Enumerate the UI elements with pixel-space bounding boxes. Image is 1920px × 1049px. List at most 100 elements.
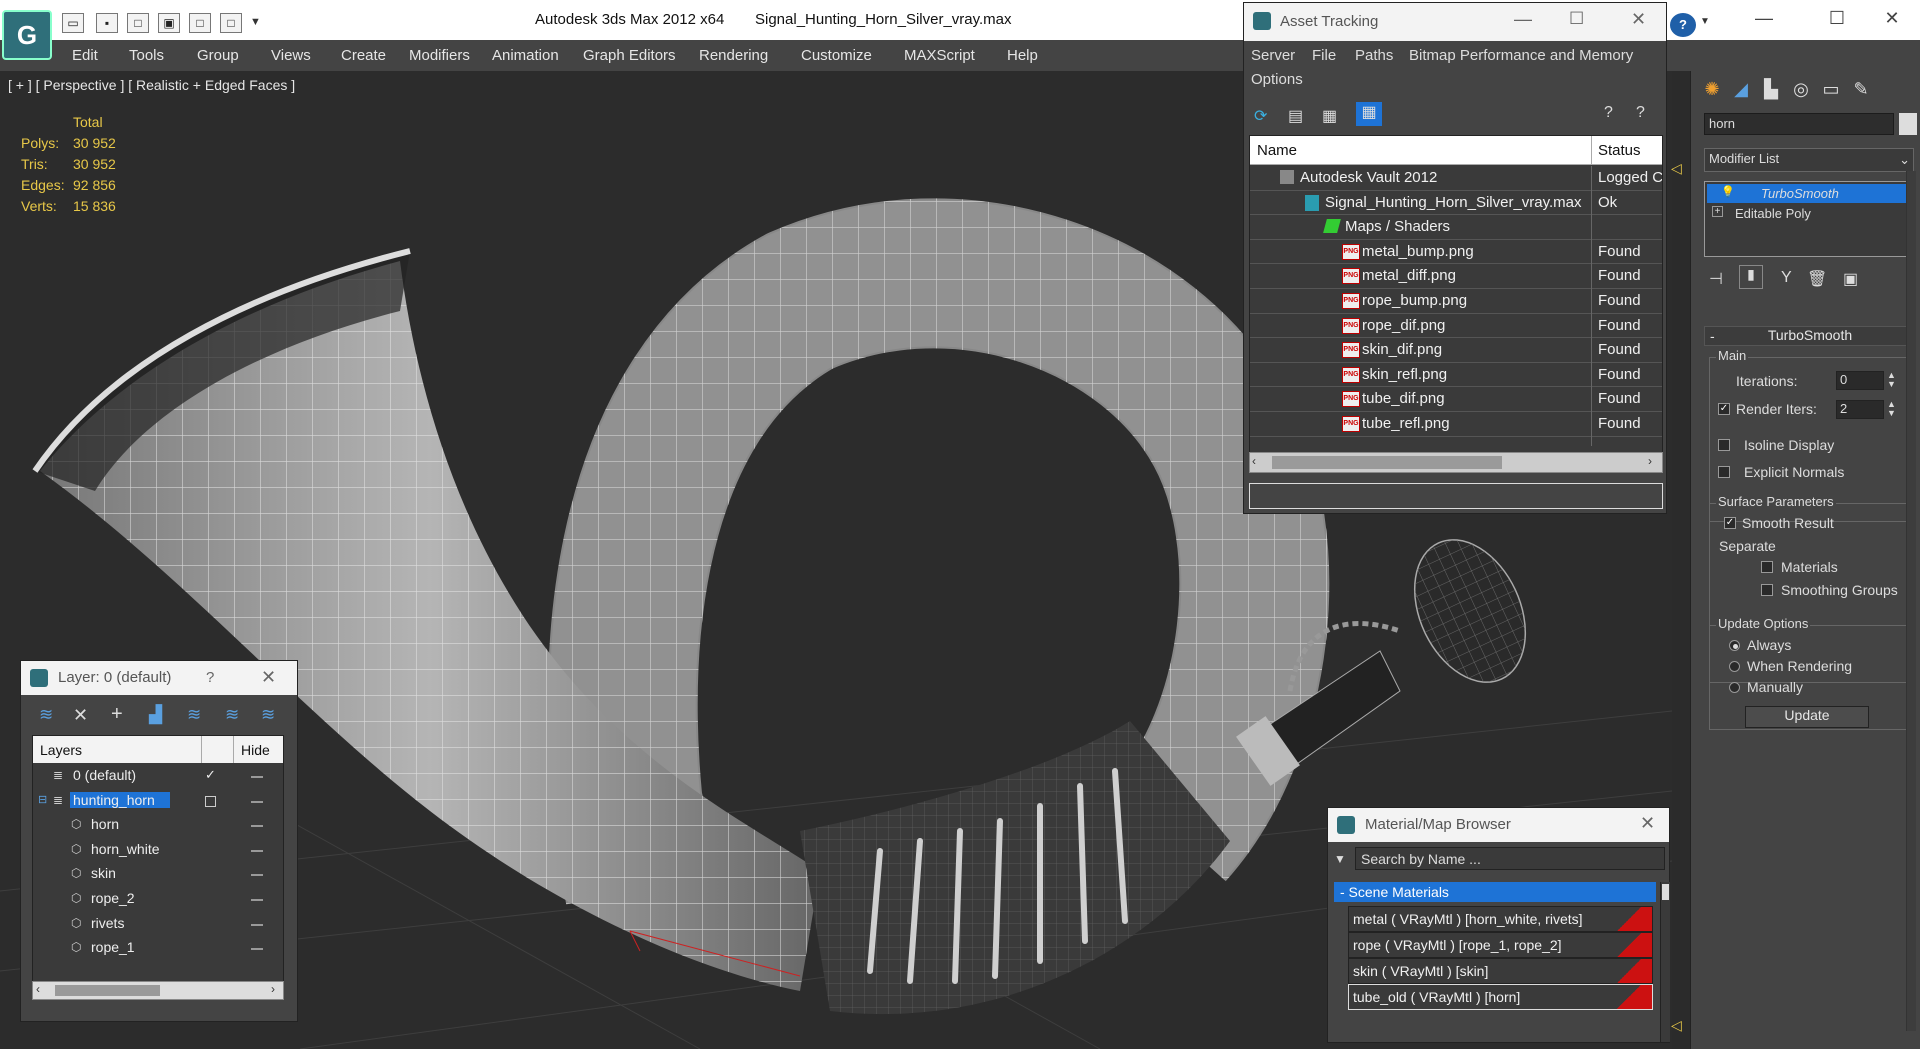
lightbulb-icon[interactable]: 💡: [1721, 185, 1735, 198]
asset-row[interactable]: PNG rope_dif.png Found: [1250, 314, 1662, 339]
asset-row[interactable]: Maps / Shaders: [1250, 215, 1662, 240]
scroll-left-icon[interactable]: ‹: [36, 982, 40, 996]
stack-item-editable-poly[interactable]: + Editable Poly: [1707, 204, 1911, 223]
object-row[interactable]: ⬡ horn: [33, 813, 283, 838]
search-by-name-input[interactable]: Search by Name ...: [1355, 847, 1665, 870]
highlight-layer-icon[interactable]: ≋: [187, 705, 201, 725]
command-panel-scrollbar[interactable]: [1906, 171, 1916, 1031]
asset-row[interactable]: PNG metal_diff.png Found: [1250, 264, 1662, 289]
open-file-icon[interactable]: ▭: [62, 13, 84, 33]
manually-radio[interactable]: [1729, 682, 1740, 693]
hide-toggle-icon[interactable]: [251, 776, 263, 778]
asset-row[interactable]: PNG skin_dif.png Found: [1250, 338, 1662, 363]
horizontal-scrollbar[interactable]: ‹ ›: [1249, 452, 1663, 473]
quick-access-dropdown-icon[interactable]: ▼: [250, 16, 261, 28]
panel-expand-arrow-icon[interactable]: ◁: [1671, 1017, 1682, 1034]
maximize-button[interactable]: ☐: [1817, 8, 1857, 32]
set-current-layer-icon[interactable]: [205, 795, 216, 807]
material-browser-titlebar[interactable]: Material/Map Browser ✕: [1328, 808, 1669, 842]
utilities-tab-icon[interactable]: ✎: [1848, 79, 1874, 105]
scrollbar-thumb[interactable]: [1272, 456, 1502, 469]
layer-row[interactable]: ⊟ ≣ hunting_horn: [33, 789, 283, 814]
hide-toggle-icon[interactable]: [251, 948, 263, 951]
3dsmax-logo-icon[interactable]: G: [2, 10, 52, 60]
display-tab-icon[interactable]: ▭: [1818, 79, 1844, 105]
smoothing-groups-checkbox[interactable]: [1761, 584, 1773, 596]
asset-row[interactable]: Signal_Hunting_Horn_Silver_vray.max Ok: [1250, 191, 1662, 216]
modify-tab-icon[interactable]: ◢: [1728, 79, 1754, 105]
show-end-result-icon[interactable]: ▮: [1739, 265, 1763, 289]
object-row[interactable]: ⬡ rivets: [33, 912, 283, 937]
menu-rendering[interactable]: Rendering: [699, 47, 768, 64]
collapse-icon[interactable]: ⊟: [38, 793, 47, 806]
object-row[interactable]: ⬡ rope_1: [33, 936, 283, 961]
help-icon[interactable]: ?: [1670, 13, 1696, 37]
materials-checkbox[interactable]: [1761, 561, 1773, 573]
asset-row[interactable]: PNG rope_bump.png Found: [1250, 289, 1662, 314]
scroll-left-icon[interactable]: ‹: [1252, 454, 1256, 468]
viewport-label[interactable]: [ + ] [ Perspective ] [ Realistic + Edge…: [8, 77, 295, 93]
layer-row[interactable]: ≣ 0 (default) ✓: [33, 764, 283, 789]
table-view-icon[interactable]: ▦: [1356, 102, 1382, 126]
update-button[interactable]: Update: [1745, 706, 1869, 728]
remove-modifier-icon[interactable]: 🗑: [1807, 269, 1827, 289]
hide-toggle-icon[interactable]: [251, 899, 263, 901]
menu-customize[interactable]: Customize: [801, 47, 872, 64]
save-file-icon[interactable]: ▪: [96, 13, 118, 33]
add-to-layer-icon[interactable]: +: [111, 703, 123, 726]
make-unique-icon[interactable]: Y: [1781, 269, 1792, 287]
menu-paths[interactable]: Paths: [1355, 47, 1393, 64]
menu-help[interactable]: Help: [1007, 47, 1038, 64]
column-hide[interactable]: Hide: [241, 742, 270, 758]
column-name[interactable]: Name: [1257, 142, 1297, 159]
scene-materials-header[interactable]: - Scene Materials: [1334, 882, 1656, 902]
menu-views[interactable]: Views: [271, 47, 311, 64]
menu-bitmap-performance[interactable]: Bitmap Performance and Memory: [1409, 47, 1633, 64]
menu-modifiers[interactable]: Modifiers: [409, 47, 470, 64]
asset-row[interactable]: PNG tube_dif.png Found: [1250, 387, 1662, 412]
pin-stack-icon[interactable]: ⊣: [1709, 269, 1723, 289]
menu-maxscript[interactable]: MAXScript: [904, 47, 975, 64]
hide-toggle-icon[interactable]: [251, 800, 263, 803]
isoline-display-checkbox[interactable]: [1718, 439, 1730, 451]
material-item[interactable]: rope ( VRayMtl ) [rope_1, rope_2]: [1348, 932, 1653, 958]
close-icon[interactable]: ✕: [261, 667, 276, 688]
tree-view-icon[interactable]: ▦: [1322, 106, 1337, 126]
material-item[interactable]: skin ( VRayMtl ) [skin]: [1348, 958, 1653, 984]
browser-options-icon[interactable]: ▼: [1334, 852, 1346, 866]
hide-toggle-icon[interactable]: [251, 849, 263, 852]
scrollbar-thumb[interactable]: [1662, 884, 1669, 900]
select-objects-icon[interactable]: ▟: [149, 705, 162, 725]
new-scene-icon[interactable]: □: [127, 13, 149, 33]
when-rendering-radio[interactable]: [1729, 661, 1740, 672]
help-question-icon[interactable]: ?: [1604, 104, 1613, 122]
close-button[interactable]: ✕: [1872, 8, 1912, 32]
menu-create[interactable]: Create: [341, 47, 386, 64]
object-color-swatch[interactable]: [1899, 113, 1917, 135]
asset-row[interactable]: Autodesk Vault 2012 Logged C: [1250, 166, 1662, 191]
render-iters-checkbox[interactable]: ✓: [1718, 403, 1730, 415]
minimize-icon[interactable]: —: [1514, 9, 1532, 30]
hide-all-icon[interactable]: ≋: [225, 705, 239, 725]
explicit-normals-checkbox[interactable]: [1718, 466, 1730, 478]
menu-file[interactable]: File: [1312, 47, 1336, 64]
list-view-icon[interactable]: ▤: [1288, 106, 1303, 126]
menu-edit[interactable]: Edit: [72, 47, 98, 64]
spinner-arrows-icon[interactable]: ▲ ▼: [1887, 400, 1896, 418]
column-layers[interactable]: Layers: [40, 742, 82, 758]
column-status[interactable]: Status: [1598, 142, 1641, 159]
motion-tab-icon[interactable]: ◎: [1788, 79, 1814, 105]
undo-icon[interactable]: □: [189, 13, 211, 33]
material-scrollbar[interactable]: [1660, 882, 1670, 1042]
menu-server[interactable]: Server: [1251, 47, 1295, 64]
refresh-icon[interactable]: ⟳: [1254, 106, 1267, 126]
asset-row[interactable]: PNG tube_refl.png Found: [1250, 412, 1662, 437]
hierarchy-tab-icon[interactable]: ▙: [1758, 79, 1784, 105]
redo-icon[interactable]: □: [220, 13, 242, 33]
create-tab-icon[interactable]: ✺: [1699, 79, 1725, 105]
create-layer-icon[interactable]: ≋: [39, 705, 53, 725]
asset-tracking-titlebar[interactable]: Asset Tracking — ☐ ✕: [1244, 3, 1666, 41]
material-item[interactable]: tube_old ( VRayMtl ) [horn]: [1348, 984, 1653, 1010]
hold-icon[interactable]: ▣: [158, 13, 180, 33]
expand-icon[interactable]: +: [1712, 206, 1723, 217]
